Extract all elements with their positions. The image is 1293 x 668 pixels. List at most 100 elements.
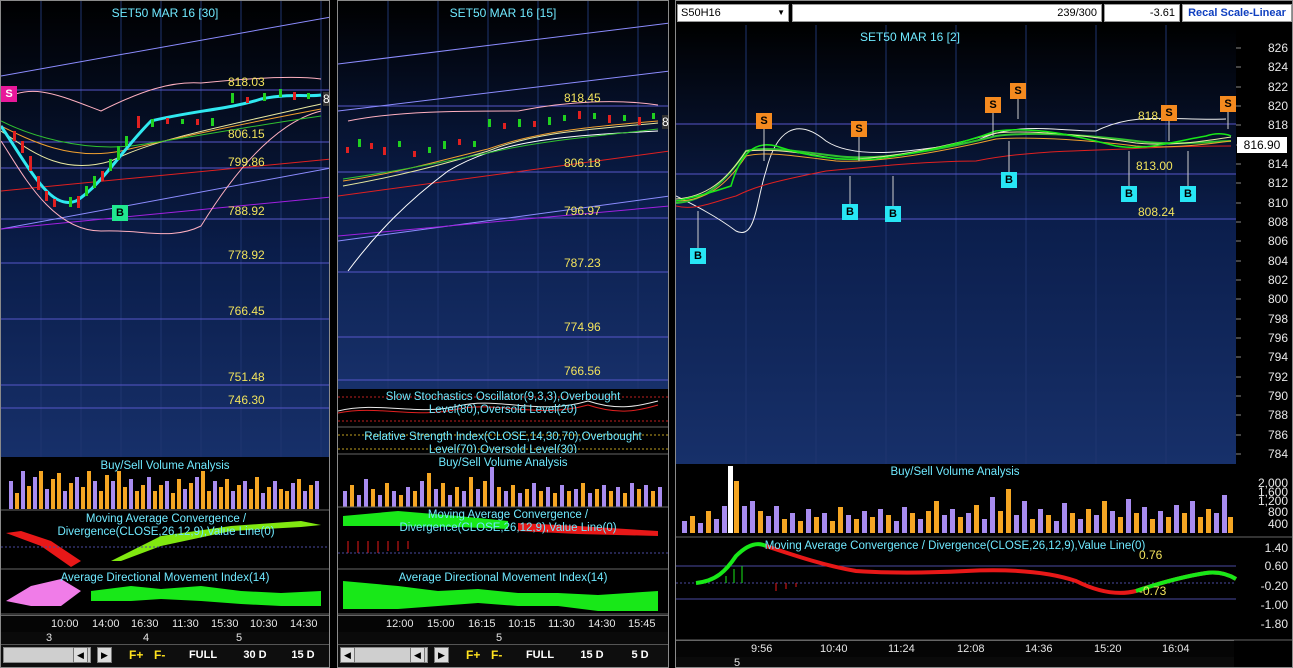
middle-chart-title: SET50 MAR 16 [15] <box>449 6 557 20</box>
zoom-in-button[interactable]: F+ <box>129 648 143 662</box>
range-5d-button[interactable]: 5 D <box>620 647 660 663</box>
time-label: 10:15 <box>508 618 536 630</box>
level-label: 813.00 <box>1136 159 1173 173</box>
buy-signal[interactable]: B <box>690 248 706 264</box>
macd-axis-tick: -0.20 <box>1260 579 1288 593</box>
sell-signal[interactable]: S <box>1 86 17 102</box>
level-label: 818.45 <box>564 91 601 105</box>
last-price-label: 816.90 <box>1237 137 1287 153</box>
date-label: 5 <box>496 632 503 644</box>
level-label: 751.48 <box>228 370 265 384</box>
macd-panel-label: Moving Average Convergence / Divergence(… <box>399 509 617 534</box>
left-price-chart[interactable] <box>1 1 330 668</box>
sell-signal[interactable]: S <box>1220 96 1236 112</box>
time-label: 15:30 <box>211 618 239 630</box>
middle-toolbar: ◀ ◀ ▶ F+ F- FULL 15 D 5 D <box>338 644 668 667</box>
level-label: 818.03 <box>228 75 265 89</box>
buy-signal[interactable]: B <box>842 204 858 220</box>
y-axis-tick: 800 <box>1267 292 1288 306</box>
time-axis: 10:00 14:00 16:30 11:30 15:30 10:30 14:3… <box>1 615 329 632</box>
y-axis-tick: 796 <box>1267 331 1288 345</box>
y-axis-tick: 804 <box>1267 254 1288 268</box>
scroll-right-icon[interactable]: ▶ <box>97 647 112 663</box>
adx-panel-label: Average Directional Movement Index(14) <box>398 572 608 584</box>
zoom-out-button[interactable]: F- <box>154 648 165 662</box>
sell-signal[interactable]: S <box>756 113 772 129</box>
volume-axis-tick: 400 <box>1267 517 1288 531</box>
volume-panel-label: Buy/Sell Volume Analysis <box>890 466 1020 478</box>
y-axis-tick: 802 <box>1267 273 1288 287</box>
y-axis-tick: 798 <box>1267 312 1288 326</box>
volume-panel-label: Buy/Sell Volume Analysis <box>100 460 230 472</box>
macd-value-label: -0.73 <box>1139 584 1167 598</box>
level-label: 787.23 <box>564 256 601 270</box>
time-axis: 9:56 10:40 11:24 12:08 14:36 15:20 16:04 <box>676 640 1234 657</box>
level-label: 799.86 <box>228 155 265 169</box>
level-label: 766.45 <box>228 304 265 318</box>
scroll-right-icon[interactable]: ▶ <box>434 647 449 663</box>
time-label: 11:24 <box>888 643 915 655</box>
time-label: 15:45 <box>628 618 656 630</box>
sell-signal[interactable]: S <box>985 97 1001 113</box>
right-chart-pane[interactable]: S50H16 ▼ 239/300 -3.61 Recal Scale-Linea… <box>675 0 1293 668</box>
y-axis-tick: 818 <box>1267 118 1288 132</box>
sell-signal[interactable]: S <box>1161 105 1177 121</box>
macd-axis-tick: 0.60 <box>1264 559 1288 573</box>
left-chart-title: SET50 MAR 16 [30] <box>111 6 219 20</box>
buy-signal[interactable]: B <box>1001 172 1017 188</box>
middle-price-chart[interactable] <box>338 1 669 668</box>
time-label: 11:30 <box>172 618 199 630</box>
left-chart-pane[interactable]: SET50 MAR 16 [30] 818.03 806.15 799.86 7… <box>0 0 330 668</box>
scroll-left-icon[interactable]: ◀ <box>73 647 88 663</box>
level-label: 818. <box>1138 109 1162 123</box>
scroll-left-icon[interactable]: ◀ <box>410 647 425 663</box>
time-label: 14:30 <box>290 618 318 630</box>
time-label: 16:15 <box>468 618 496 630</box>
zoom-in-button[interactable]: F+ <box>466 648 480 662</box>
level-label: 808.24 <box>1138 205 1175 219</box>
buy-signal[interactable]: B <box>1180 186 1196 202</box>
range-15d-button[interactable]: 15 D <box>572 647 612 663</box>
scroll-left-icon[interactable]: ◀ <box>340 647 355 663</box>
full-range-button[interactable]: FULL <box>518 647 562 663</box>
y-axis-tick: 792 <box>1267 370 1288 384</box>
time-label: 9:56 <box>751 643 773 655</box>
middle-chart-pane[interactable]: SET50 MAR 16 [15] 818.45 806.18 796.97 7… <box>337 0 669 668</box>
y-axis-tick: 786 <box>1267 428 1288 442</box>
y-axis-tick: 810 <box>1267 196 1288 210</box>
adx-panel-label: Average Directional Movement Index(14) <box>60 572 270 584</box>
buy-signal[interactable]: B <box>1121 186 1137 202</box>
sell-signal[interactable]: S <box>1010 83 1026 99</box>
y-axis-tick: 806 <box>1267 234 1288 248</box>
y-axis-tick: 824 <box>1267 60 1288 74</box>
macd-axis-tick: -1.80 <box>1260 617 1288 631</box>
zoom-out-button[interactable]: F- <box>491 648 502 662</box>
level-label: 788.92 <box>228 204 265 218</box>
date-axis: 5 <box>676 657 1234 667</box>
date-label: 3 <box>46 632 53 644</box>
macd-axis-tick: 1.40 <box>1264 541 1288 555</box>
y-axis-tick: 808 <box>1267 215 1288 229</box>
macd-axis-tick: -1.00 <box>1260 598 1288 612</box>
date-label: 5 <box>236 632 243 644</box>
y-axis-tick: 826 <box>1267 41 1288 55</box>
range-15d-button[interactable]: 15 D <box>283 647 323 663</box>
time-label: 14:30 <box>588 618 616 630</box>
y-axis-tick: 814 <box>1267 157 1288 171</box>
time-label: 15:00 <box>427 618 455 630</box>
level-label: 778.92 <box>228 248 265 262</box>
level-label: 796.97 <box>564 204 601 218</box>
time-label: 10:40 <box>820 643 848 655</box>
time-label: 14:00 <box>92 618 120 630</box>
time-label: 16:30 <box>131 618 159 630</box>
buy-signal[interactable]: B <box>112 205 128 221</box>
full-range-button[interactable]: FULL <box>181 647 225 663</box>
sell-signal[interactable]: S <box>851 121 867 137</box>
time-label: 10:30 <box>250 618 278 630</box>
level-label: 746.30 <box>228 393 265 407</box>
time-label: 12:00 <box>386 618 414 630</box>
level-label: 774.96 <box>564 320 601 334</box>
range-30d-button[interactable]: 30 D <box>235 647 275 663</box>
buy-signal[interactable]: B <box>885 206 901 222</box>
stochastic-panel-label: Slow Stochastics Oscillator(9,3,3),Overb… <box>385 391 621 416</box>
